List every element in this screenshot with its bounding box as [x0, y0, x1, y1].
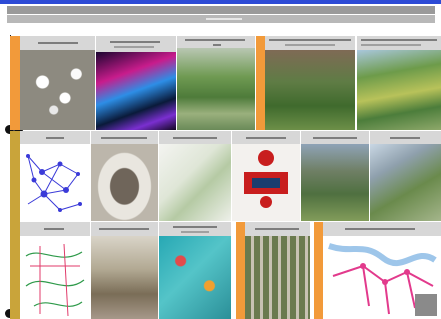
- tile-header-tick: [185, 39, 245, 41]
- tile-header-tick: [361, 39, 437, 41]
- courtyard-image: [265, 50, 355, 130]
- tile-header-tick: [345, 228, 415, 230]
- tile-white-cluster-model[interactable]: [20, 36, 95, 130]
- tile-header-tick: [173, 226, 217, 228]
- tile-red-structure-drawing[interactable]: [232, 131, 300, 221]
- park-aerial-image: [177, 48, 255, 130]
- tile-header: [159, 222, 231, 236]
- neon-image: [96, 52, 176, 130]
- tile-header-tick: [173, 137, 217, 139]
- row2-section-tab: [10, 131, 20, 319]
- tile-city-aerial[interactable]: [370, 131, 441, 221]
- tile-header-tick: [313, 137, 357, 139]
- tile-street-arcade[interactable]: [91, 222, 158, 319]
- tile-dense-blocks-aerial[interactable]: [245, 222, 310, 319]
- street-arcade-image: [91, 236, 158, 319]
- tile-header-tick: [44, 228, 64, 230]
- tile-header-tick: [269, 39, 351, 41]
- dense-blocks-image: [245, 236, 310, 319]
- tile-cube-interior[interactable]: [91, 131, 158, 221]
- city-aerial-image: [370, 144, 441, 221]
- tile-park-aerial[interactable]: [177, 36, 255, 130]
- section-tab-row3-b: [314, 222, 323, 319]
- tile-header-tick-2: [114, 46, 154, 48]
- cluster-model-image: [20, 50, 95, 130]
- page-title: [20, 6, 420, 14]
- tile-green-courtyard[interactable]: [265, 36, 355, 130]
- tile-header-tick-2: [181, 231, 209, 233]
- tile-teal-pool-plan[interactable]: [159, 222, 231, 319]
- tile-site-map[interactable]: [20, 222, 90, 319]
- top-rule: [0, 0, 441, 4]
- site-map-graphic: [25, 243, 85, 317]
- terraces-image: [301, 144, 369, 221]
- teal-pool-image: [159, 236, 231, 319]
- network-diagram-graphic: [26, 154, 82, 212]
- tile-header-tick: [99, 228, 149, 230]
- tile-landscape-terraces[interactable]: [301, 131, 369, 221]
- tile-neon-light-show[interactable]: [96, 36, 176, 130]
- tile-header-tick: [101, 137, 147, 139]
- section-tab-row3-a: [236, 222, 245, 319]
- tile-header-tick-2: [213, 44, 221, 46]
- section-tab-row1-b: [256, 36, 265, 130]
- tile-header: [96, 36, 176, 52]
- page-subtitle: [20, 15, 420, 23]
- tile-header-tick: [38, 42, 78, 44]
- red-structure-graphic: [244, 150, 288, 208]
- tile-header-tick: [110, 41, 160, 43]
- tile-header-tick: [46, 137, 64, 139]
- isometric-plan-image: [159, 144, 231, 221]
- tile-header-tick: [255, 228, 299, 230]
- tile-header: [177, 36, 255, 48]
- tile-isometric-plan[interactable]: [159, 131, 231, 221]
- greenway-image: [357, 50, 441, 130]
- tile-header-tick: [390, 137, 420, 139]
- tile-pink-route-map[interactable]: [323, 222, 441, 319]
- tile-network-diagram[interactable]: [20, 131, 90, 221]
- cube-interior-image: [91, 144, 158, 221]
- pink-route-graphic: [328, 243, 437, 316]
- row1-section-tab: [10, 36, 20, 130]
- tile-highway-greenway[interactable]: [357, 36, 441, 130]
- tile-header-tick-2: [361, 44, 421, 46]
- tile-header-tick: [246, 137, 286, 139]
- tile-header-tick-2: [285, 44, 335, 46]
